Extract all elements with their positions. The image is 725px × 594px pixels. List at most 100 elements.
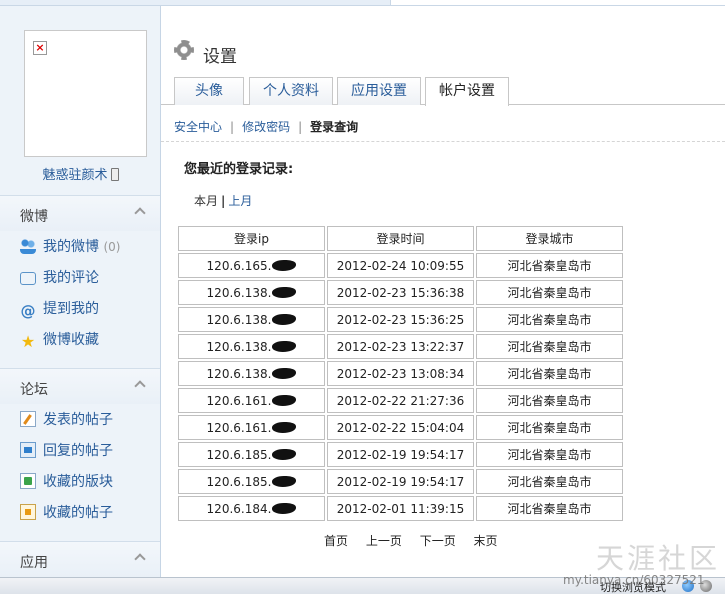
subnav-separator: | — [230, 120, 235, 134]
cell-time: 2012-02-22 15:04:04 — [327, 415, 474, 440]
cell-ip: 120.6.184. — [178, 496, 325, 521]
redaction-mark — [272, 286, 297, 298]
sidebar-item-label: 微博收藏 — [43, 332, 99, 348]
at-icon: @ — [20, 302, 36, 320]
cell-time: 2012-02-24 10:09:55 — [327, 253, 474, 278]
sidebar-item-label: 我的评论 — [43, 270, 99, 286]
ip-text: 120.6.138. — [206, 366, 272, 381]
cell-city: 河北省秦皇岛市 — [476, 469, 623, 494]
redaction-mark — [272, 475, 297, 487]
tab-account-settings[interactable]: 帐户设置 — [425, 77, 509, 106]
period-separator: | — [221, 194, 226, 208]
cell-ip: 120.6.138. — [178, 307, 325, 332]
cell-city: 河北省秦皇岛市 — [476, 253, 623, 278]
ip-text: 120.6.138. — [206, 339, 272, 354]
ip-text: 120.6.161. — [206, 420, 272, 435]
sidebar-item-mentions[interactable]: @ 提到我的 — [20, 299, 100, 320]
subnav-login-history[interactable]: 登录查询 — [310, 120, 358, 134]
table-header-row: 登录ip 登录时间 登录城市 — [178, 226, 623, 251]
subnav-security-center[interactable]: 安全中心 — [174, 120, 222, 134]
tab-app-settings[interactable]: 应用设置 — [337, 77, 421, 105]
star-icon: ★ — [20, 332, 36, 351]
mobile-phone-icon[interactable] — [110, 168, 119, 181]
broken-image-icon: × — [33, 41, 47, 55]
cell-time: 2012-02-23 13:08:34 — [327, 361, 474, 386]
cell-city: 河北省秦皇岛市 — [476, 334, 623, 359]
pager-next[interactable]: 下一页 — [420, 534, 456, 548]
username-link[interactable]: 魅惑驻颜术 — [0, 164, 161, 183]
sidebar: × 魅惑驻颜术 微博 我的微博 (0) 我的评论 @ 提到我的 ★ 微博收藏 论坛 … — [0, 6, 161, 577]
pager-prev[interactable]: 上一页 — [366, 534, 402, 548]
tab-avatar[interactable]: 头像 — [174, 77, 244, 105]
cell-ip: 120.6.185. — [178, 442, 325, 467]
post-icon — [20, 504, 36, 520]
cell-city: 河北省秦皇岛市 — [476, 280, 623, 305]
column-header-time: 登录时间 — [327, 226, 474, 251]
edit-icon — [20, 411, 36, 427]
page-title: 设置 — [203, 47, 237, 67]
table-row: 120.6.161. 2012-02-22 21:27:36 河北省秦皇岛市 — [178, 388, 623, 413]
section-weibo[interactable]: 微博 — [0, 195, 160, 231]
redaction-mark — [272, 421, 297, 433]
top-search-box[interactable] — [390, 0, 725, 6]
sidebar-item-favorite-boards[interactable]: 收藏的版块 — [20, 472, 113, 492]
cell-city: 河北省秦皇岛市 — [476, 442, 623, 467]
table-row: 120.6.184. 2012-02-01 11:39:15 河北省秦皇岛市 — [178, 496, 623, 521]
cell-city: 河北省秦皇岛市 — [476, 307, 623, 332]
pager-last[interactable]: 末页 — [474, 534, 498, 548]
ip-text: 120.6.138. — [206, 285, 272, 300]
board-icon — [20, 473, 36, 489]
tab-profile[interactable]: 个人资料 — [249, 77, 333, 105]
sidebar-item-favorite-threads[interactable]: 收藏的帖子 — [20, 503, 113, 523]
table-row: 120.6.138. 2012-02-23 15:36:25 河北省秦皇岛市 — [178, 307, 623, 332]
ip-text: 120.6.184. — [206, 501, 272, 516]
sidebar-item-label: 回复的帖子 — [43, 443, 113, 459]
subnav-change-password[interactable]: 修改密码 — [242, 120, 290, 134]
cell-city: 河北省秦皇岛市 — [476, 415, 623, 440]
sidebar-item-label: 收藏的帖子 — [43, 505, 113, 521]
sidebar-item-weibo-favorites[interactable]: ★ 微博收藏 — [20, 330, 99, 350]
cell-city: 河北省秦皇岛市 — [476, 361, 623, 386]
redaction-mark — [272, 502, 297, 514]
section-forum[interactable]: 论坛 — [0, 368, 160, 404]
count-badge: (0) — [103, 240, 121, 254]
chevron-up-icon[interactable] — [134, 380, 146, 392]
pagination: 首页 上一页 下一页 末页 — [324, 532, 512, 549]
cell-time: 2012-02-19 19:54:17 — [327, 469, 474, 494]
table-row: 120.6.161. 2012-02-22 15:04:04 河北省秦皇岛市 — [178, 415, 623, 440]
chevron-up-icon[interactable] — [134, 207, 146, 219]
username-label[interactable]: 魅惑驻颜术 — [42, 168, 107, 183]
ip-text: 120.6.185. — [206, 474, 272, 489]
table-row: 120.6.185. 2012-02-19 19:54:17 河北省秦皇岛市 — [178, 469, 623, 494]
ip-text: 120.6.165. — [206, 258, 272, 273]
pager-first[interactable]: 首页 — [324, 534, 348, 548]
redaction-mark — [272, 367, 297, 379]
ip-text: 120.6.138. — [206, 312, 272, 327]
table-row: 120.6.165. 2012-02-24 10:09:55 河北省秦皇岛市 — [178, 253, 623, 278]
redaction-mark — [272, 448, 297, 460]
table-row: 120.6.138. 2012-02-23 15:36:38 河北省秦皇岛市 — [178, 280, 623, 305]
avatar[interactable]: × — [24, 30, 147, 157]
period-current[interactable]: 本月 — [194, 194, 218, 208]
watermark-logo: 天涯社区 — [596, 542, 721, 575]
section-title: 微博 — [20, 209, 48, 225]
chevron-up-icon[interactable] — [134, 553, 146, 565]
sidebar-item-replied-threads[interactable]: 回复的帖子 — [20, 441, 113, 461]
sidebar-item-my-comments[interactable]: 我的评论 — [20, 268, 99, 288]
cell-ip: 120.6.138. — [178, 334, 325, 359]
cell-time: 2012-02-23 13:22:37 — [327, 334, 474, 359]
subnav-separator: | — [298, 120, 303, 134]
redaction-mark — [272, 259, 297, 271]
period-previous-link[interactable]: 上月 — [228, 194, 252, 208]
redaction-mark — [272, 313, 297, 325]
section-apps[interactable]: 应用 — [0, 541, 160, 577]
sidebar-item-my-weibo[interactable]: 我的微博 (0) — [20, 237, 120, 257]
sidebar-item-posted-threads[interactable]: 发表的帖子 — [20, 410, 113, 430]
redaction-mark — [272, 394, 297, 406]
tab-bar: 头像 个人资料 应用设置 帐户设置 — [161, 76, 725, 106]
cell-city: 河北省秦皇岛市 — [476, 496, 623, 521]
ip-text: 120.6.185. — [206, 447, 272, 462]
sidebar-item-label: 提到我的 — [43, 301, 99, 317]
gear-icon — [174, 40, 194, 60]
cell-time: 2012-02-01 11:39:15 — [327, 496, 474, 521]
